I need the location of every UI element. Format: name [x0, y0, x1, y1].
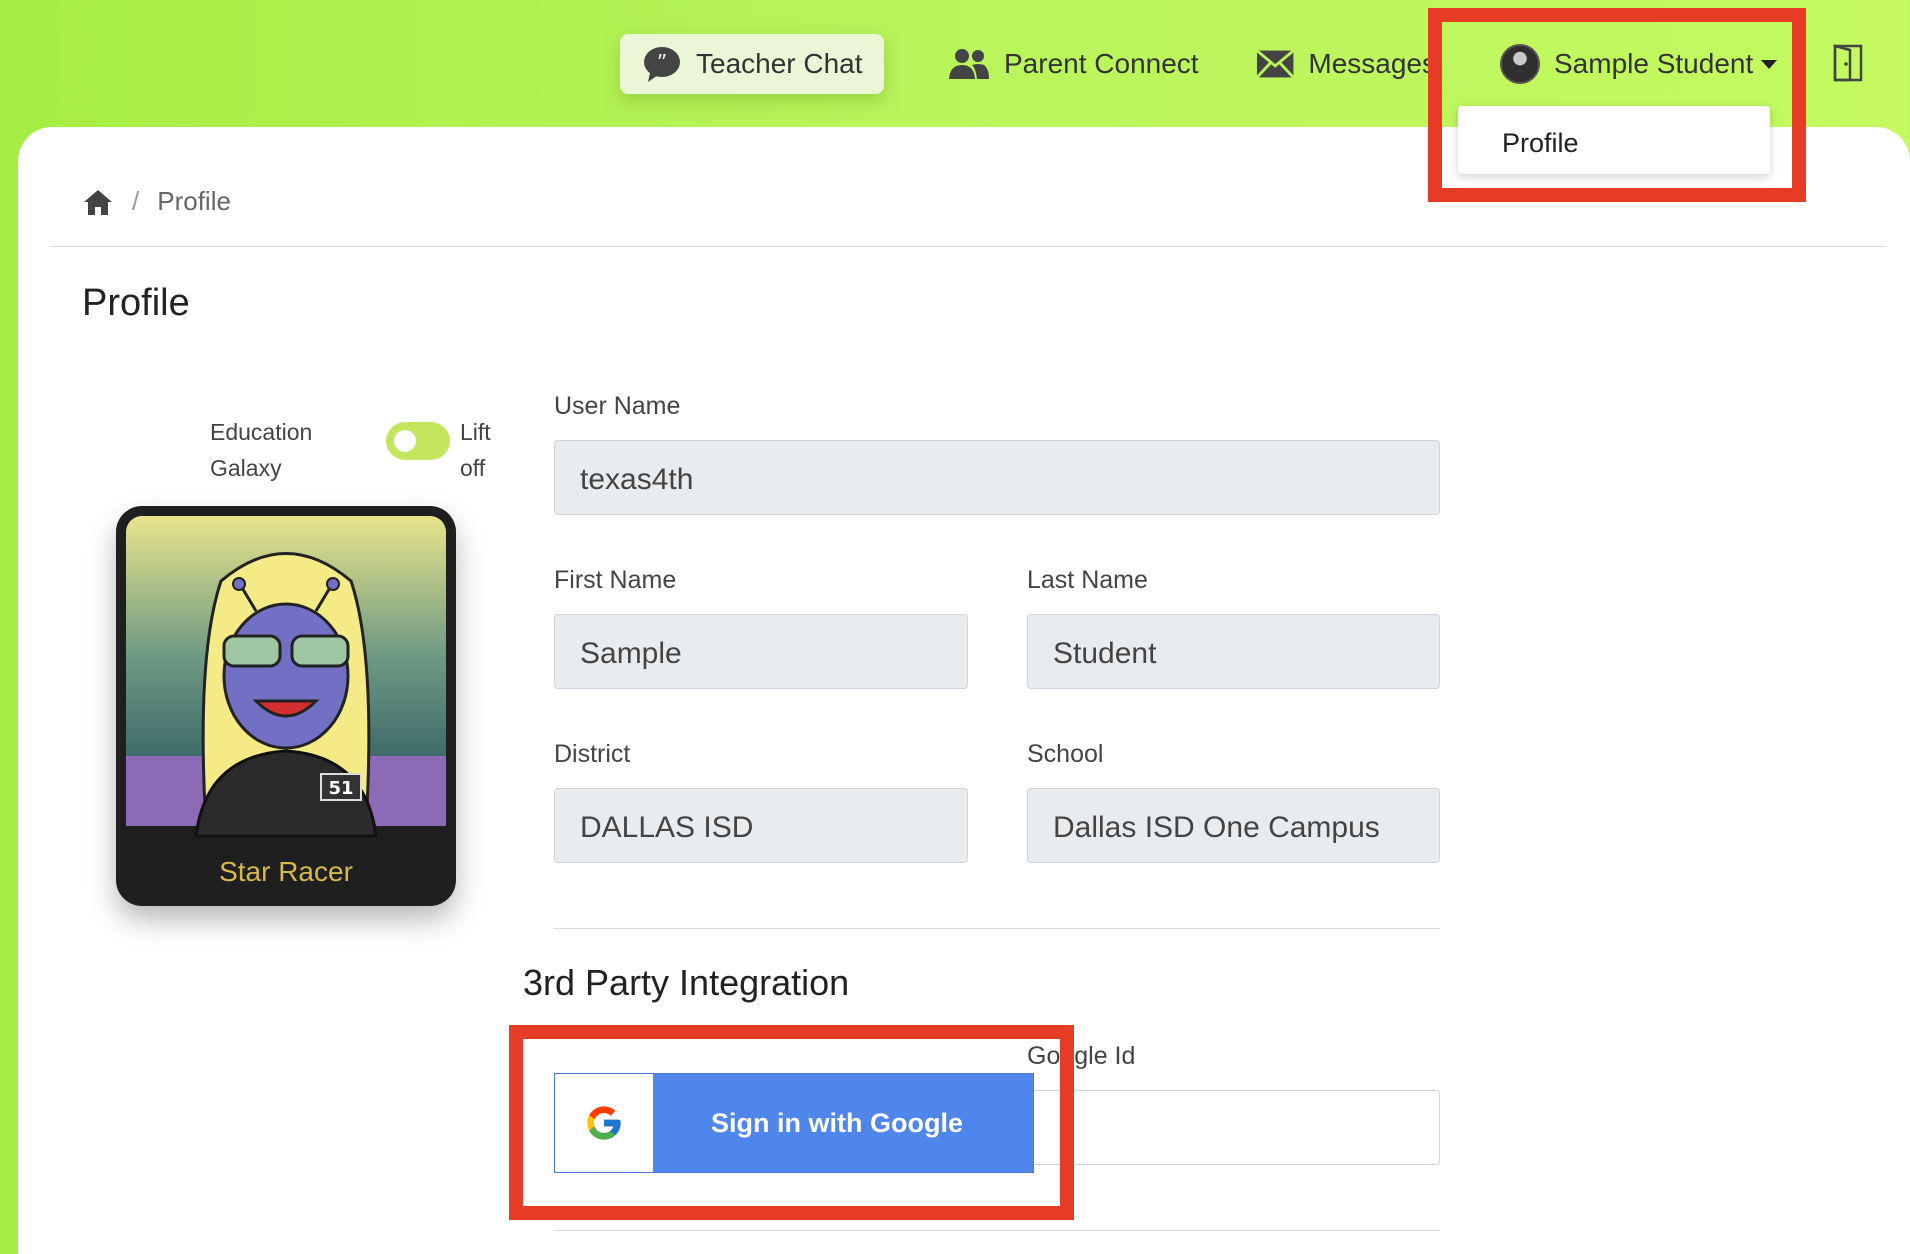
- user-name: Sample Student: [1554, 48, 1754, 79]
- avatar: [1500, 44, 1540, 84]
- svg-text:51: 51: [328, 778, 353, 799]
- page-title: Profile: [82, 282, 190, 324]
- avatar-card[interactable]: 51 Star Racer: [116, 506, 456, 906]
- alien-avatar-image: 51: [126, 516, 446, 838]
- user-dropdown-menu: Profile: [1458, 106, 1770, 174]
- toggle-knob: [394, 430, 416, 452]
- chat-bubble-icon: ”: [644, 47, 680, 82]
- caret-down-icon: [1761, 59, 1778, 69]
- home-icon[interactable]: [82, 188, 114, 216]
- logout-door-icon[interactable]: [1832, 44, 1864, 82]
- users-icon: [949, 49, 989, 79]
- district-field[interactable]: DALLAS ISD: [554, 788, 968, 863]
- teacher-chat-button[interactable]: ” Teacher Chat: [620, 34, 884, 94]
- google-signin-button[interactable]: Sign in with Google: [554, 1073, 1034, 1173]
- firstname-label: First Name: [554, 566, 677, 594]
- breadcrumb-separator: /: [132, 186, 140, 216]
- school-label: School: [1027, 740, 1104, 768]
- teacher-chat-label: Teacher Chat: [696, 48, 863, 79]
- messages-label: Messages: [1308, 48, 1436, 79]
- messages-button[interactable]: Messages: [1256, 34, 1436, 94]
- username-label: User Name: [554, 392, 681, 420]
- breadcrumb-current: Profile: [157, 186, 231, 216]
- user-menu-toggle[interactable]: Sample Student: [1500, 34, 1778, 94]
- divider: [554, 1230, 1440, 1231]
- envelope-icon: [1256, 49, 1295, 79]
- school-field[interactable]: Dallas ISD One Campus: [1027, 788, 1440, 863]
- google-id-label: Google Id: [1027, 1042, 1136, 1070]
- divider: [50, 246, 1886, 247]
- firstname-field[interactable]: Sample: [554, 614, 968, 689]
- google-g-icon: [555, 1074, 653, 1172]
- username-field[interactable]: texas4th: [554, 440, 1440, 515]
- parent-connect-button[interactable]: Parent Connect: [948, 34, 1199, 94]
- svg-text:”: ”: [657, 50, 667, 74]
- toggle-left-label: Education Galaxy: [210, 419, 313, 481]
- google-signin-label: Sign in with Google: [711, 1107, 963, 1138]
- divider: [554, 928, 1440, 929]
- dropdown-item-profile[interactable]: Profile: [1502, 128, 1579, 158]
- google-id-field[interactable]: [1027, 1090, 1440, 1165]
- integration-title: 3rd Party Integration: [523, 962, 850, 1003]
- parent-connect-label: Parent Connect: [1004, 48, 1199, 79]
- lastname-label: Last Name: [1027, 566, 1148, 594]
- toggle-right-label: Lift off: [460, 419, 491, 481]
- breadcrumb: / Profile: [82, 186, 231, 217]
- lastname-field[interactable]: Student: [1027, 614, 1440, 689]
- theme-toggle[interactable]: [386, 422, 450, 460]
- card-name: Star Racer: [219, 856, 353, 887]
- district-label: District: [554, 740, 631, 768]
